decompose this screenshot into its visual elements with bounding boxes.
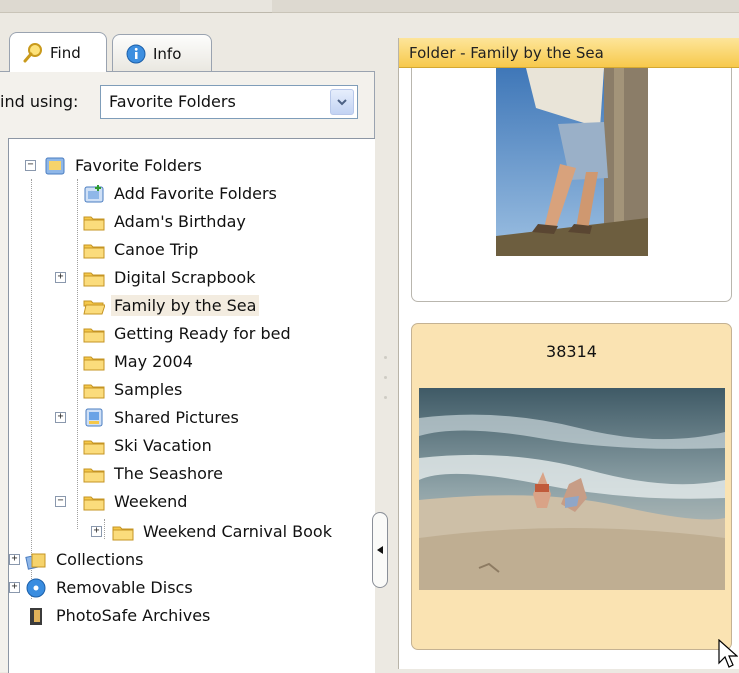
tree-item-samples[interactable]: Samples — [83, 376, 185, 403]
tree-item-digital-scrapbook[interactable]: + Digital Scrapbook — [55, 264, 258, 291]
tree-item-label: Samples — [114, 380, 183, 399]
tree-item-ski-vacation[interactable]: Ski Vacation — [83, 432, 215, 459]
folder-icon — [83, 496, 105, 510]
tab-info[interactable]: Info — [112, 34, 212, 72]
collections-icon — [25, 553, 46, 570]
tree-item-label: Removable Discs — [56, 578, 193, 597]
find-panel: ind using: Favorite Folders − Favorite F… — [0, 71, 375, 673]
folder-icon — [112, 526, 134, 540]
disc-icon — [26, 578, 46, 597]
expand-icon[interactable]: + — [55, 412, 66, 423]
folder-icon — [83, 244, 105, 258]
collapse-icon[interactable]: − — [55, 496, 66, 507]
info-icon — [126, 44, 146, 63]
folder-icon — [83, 356, 105, 370]
tree-item-label: The Seashore — [114, 464, 223, 483]
collapse-icon[interactable]: − — [25, 160, 36, 171]
folder-icon — [83, 216, 105, 230]
photo-viewer: Folder - Family by the Sea 38314 — [398, 38, 739, 669]
tab-find[interactable]: Find — [9, 32, 107, 72]
tree-item-adams-birthday[interactable]: Adam's Birthday — [83, 208, 249, 235]
mouse-cursor-icon — [718, 639, 738, 668]
photo-id-label: 38314 — [546, 342, 597, 361]
tree-item-label: Weekend Carnival Book — [143, 522, 332, 541]
add-folder-icon — [84, 184, 104, 202]
expand-icon[interactable]: + — [9, 554, 20, 565]
tree-item-shared-pictures[interactable]: + Shared Pictures — [55, 404, 242, 431]
folder-title: Folder - Family by the Sea — [409, 43, 604, 62]
tree-line — [77, 179, 78, 529]
left-pane: Find Info ind using: Favorite Folders − … — [0, 28, 380, 673]
find-using-label: ind using: — [0, 92, 79, 111]
tab-find-label: Find — [50, 43, 81, 62]
photo-thumbnail[interactable] — [496, 68, 648, 256]
magnifier-icon — [23, 42, 42, 62]
tree-item-label: Collections — [56, 550, 144, 569]
folder-title-bar: Folder - Family by the Sea — [399, 38, 739, 68]
tree-item-label: May 2004 — [114, 352, 193, 371]
tree-item-add-favorite-folders[interactable]: Add Favorite Folders — [83, 180, 280, 207]
tree-item-label: Getting Ready for bed — [114, 324, 291, 343]
top-bar-notch — [180, 0, 272, 13]
tree-item-label: Family by the Sea — [111, 295, 260, 316]
top-bar — [0, 0, 739, 13]
expand-icon[interactable]: + — [91, 526, 102, 537]
tree-item-label: Ski Vacation — [114, 436, 212, 455]
tab-info-label: Info — [153, 44, 182, 63]
tree-item-collections[interactable]: + Collections — [9, 546, 146, 573]
folder-icon — [83, 468, 105, 482]
collapse-pane-button[interactable] — [372, 512, 388, 588]
favorite-folders-icon — [45, 157, 65, 174]
folder-tree: − Favorite Folders Add Favorite Folders … — [8, 138, 375, 673]
tree-item-canoe-trip[interactable]: Canoe Trip — [83, 236, 201, 263]
folder-icon — [83, 440, 105, 454]
tree-line — [31, 179, 32, 599]
splitter-grip — [384, 376, 387, 379]
find-using-value: Favorite Folders — [109, 92, 236, 111]
tree-item-label: Favorite Folders — [75, 156, 202, 175]
tree-item-getting-ready-for-bed[interactable]: Getting Ready for bed — [83, 320, 294, 347]
tree-item-the-seashore[interactable]: The Seashore — [83, 460, 226, 487]
tree-item-label: Digital Scrapbook — [114, 268, 256, 287]
tree-item-label: Add Favorite Folders — [114, 184, 277, 203]
splitter-grip — [384, 396, 387, 399]
splitter-grip — [384, 356, 387, 359]
tree-item-label: Canoe Trip — [114, 240, 199, 259]
expand-icon[interactable]: + — [55, 272, 66, 283]
tree-item-label: Weekend — [114, 492, 188, 511]
tree-item-family-by-the-sea[interactable]: Family by the Sea — [83, 292, 260, 319]
photo-thumbnail[interactable] — [419, 388, 725, 590]
photo-card-selected[interactable]: 38314 — [411, 323, 732, 650]
tree-item-photosafe-archives[interactable]: PhotoSafe Archives — [25, 602, 213, 629]
tree-item-may-2004[interactable]: May 2004 — [83, 348, 196, 375]
arrow-left-icon — [377, 546, 383, 554]
shared-pictures-icon — [85, 408, 103, 426]
folder-icon — [83, 384, 105, 398]
folder-icon — [83, 328, 105, 342]
tree-item-favorite-folders[interactable]: − Favorite Folders — [25, 152, 205, 179]
tree-item-label: PhotoSafe Archives — [56, 606, 211, 625]
archive-icon — [30, 607, 42, 625]
expand-icon[interactable]: + — [9, 582, 20, 593]
chevron-down-icon[interactable] — [330, 89, 354, 115]
photo-card[interactable] — [411, 38, 732, 302]
find-using-dropdown[interactable]: Favorite Folders — [100, 85, 358, 119]
open-folder-icon — [83, 300, 105, 314]
folder-icon — [83, 272, 105, 286]
tree-item-label: Shared Pictures — [114, 408, 239, 427]
tree-item-weekend[interactable]: − Weekend — [55, 488, 190, 515]
tree-item-label: Adam's Birthday — [114, 212, 246, 231]
tree-item-weekend-carnival-book[interactable]: + Weekend Carnival Book — [91, 518, 335, 545]
tree-item-removable-discs[interactable]: + Removable Discs — [9, 574, 196, 601]
